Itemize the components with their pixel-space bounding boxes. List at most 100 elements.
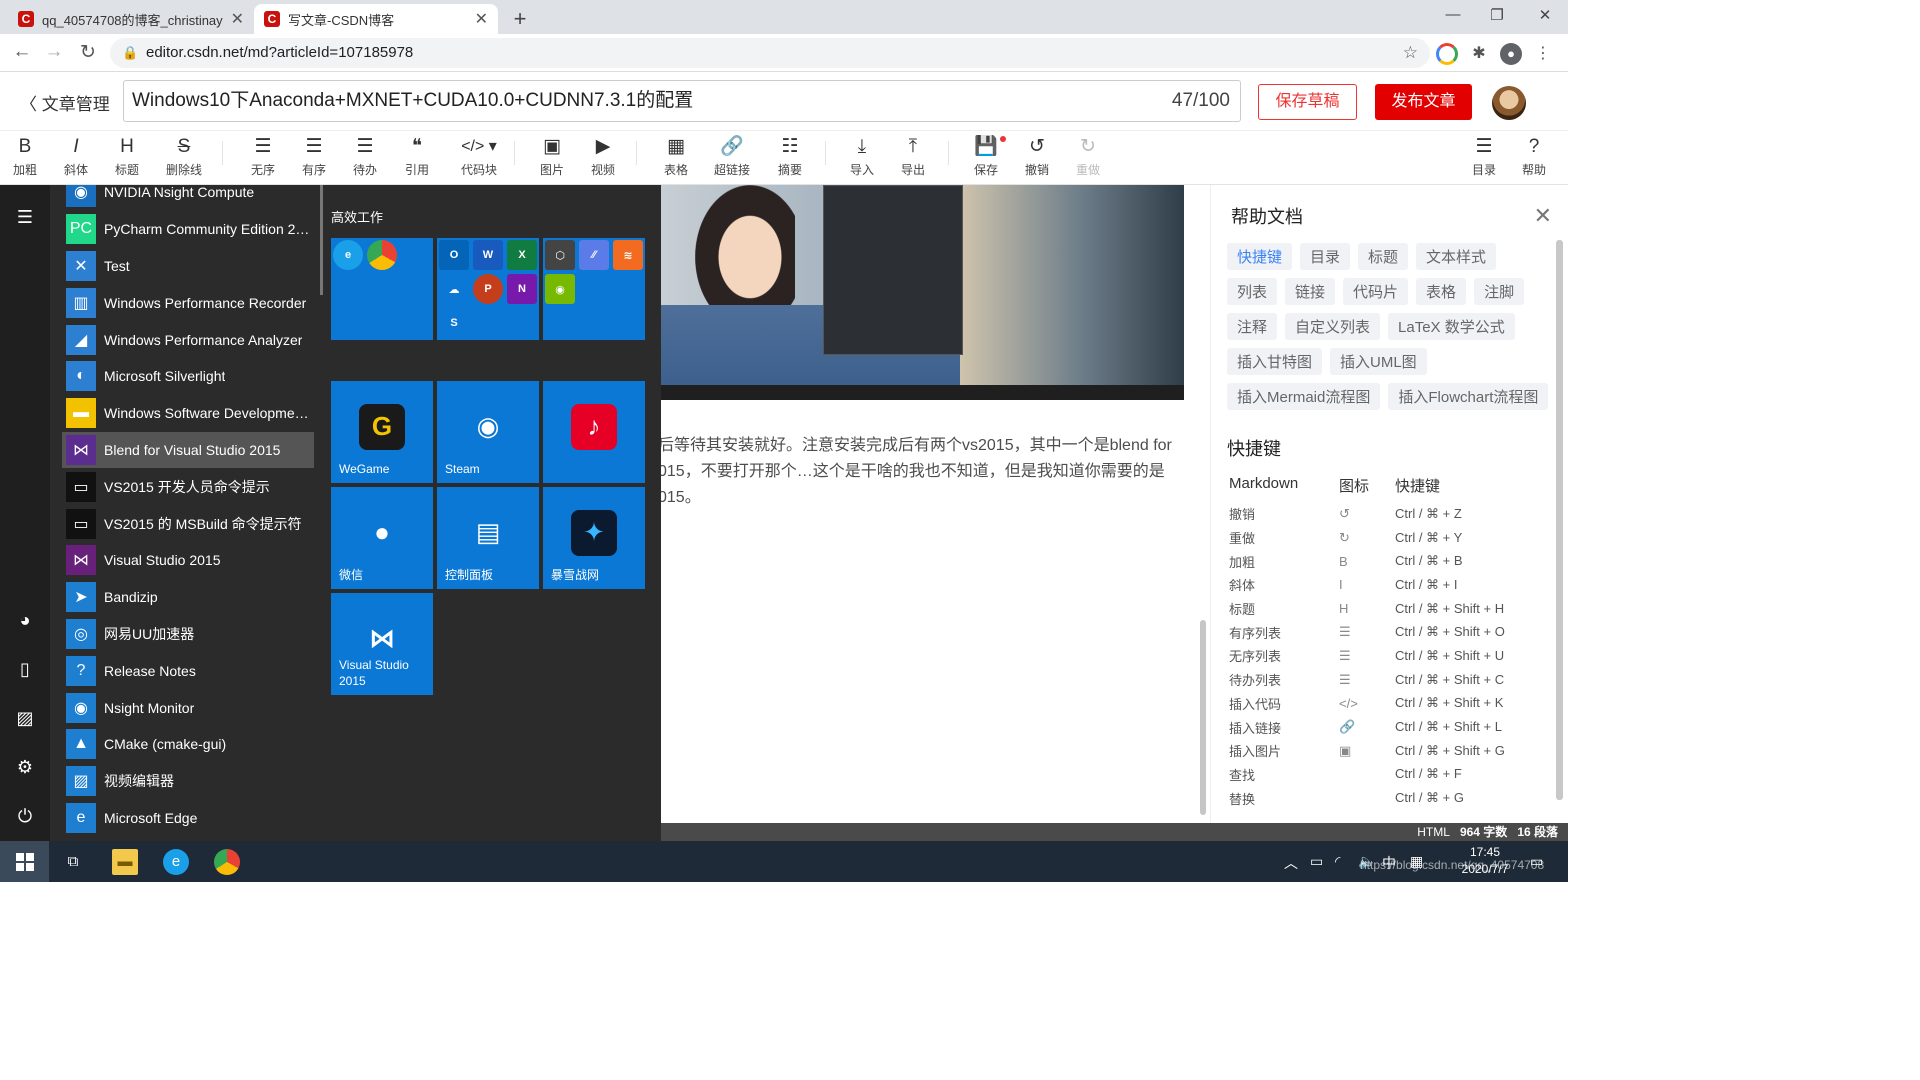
tab-editor[interactable]: C 写文章-CSDN博客 ✕ — [254, 4, 498, 34]
tab-blog[interactable]: C qq_40574708的博客_christinay ✕ — [8, 4, 254, 34]
start-app-item[interactable]: ◉ NVIDIA Nsight Compute — [62, 185, 314, 211]
redo-button[interactable]: ↻ 重做 — [1065, 135, 1111, 178]
hamburger-menu-icon[interactable]: ☰ — [13, 207, 37, 228]
help-scrollbar[interactable] — [1556, 240, 1563, 800]
profile-icon[interactable]: ● — [1500, 43, 1522, 65]
url-input[interactable]: 🔒 editor.csdn.net/md?articleId=107185978… — [110, 38, 1430, 68]
reload-icon[interactable]: ↻ — [76, 41, 100, 64]
task-view-icon[interactable]: ⧉ — [60, 849, 86, 875]
help-topic-chip[interactable]: 代码片 — [1343, 278, 1409, 305]
bookmark-star-icon[interactable]: ☆ — [1403, 38, 1418, 68]
tile-office-folder[interactable]: O W X ☁ P N S — [437, 238, 539, 340]
start-app-item[interactable]: ◐ Microsoft Silverlight — [62, 358, 314, 395]
tile-netease-music[interactable]: ♪ — [543, 381, 645, 483]
help-topic-chip[interactable]: 表格 — [1416, 278, 1467, 305]
publish-button[interactable]: 发布文章 — [1375, 84, 1472, 120]
quote-button[interactable]: ❝ 引用 — [394, 135, 440, 178]
toc-button[interactable]: ☰ 目录 — [1461, 135, 1507, 178]
tile-tools-folder[interactable]: ⬡ ⁄⁄ ≋ ◉ — [543, 238, 645, 340]
image-button[interactable]: ▣ 图片 — [529, 135, 575, 178]
back-icon[interactable]: ← — [10, 41, 34, 63]
close-tab-icon[interactable]: ✕ — [475, 9, 488, 29]
import-button[interactable]: ⤓ 导入 — [839, 135, 885, 178]
code-block-button[interactable]: </> ▾ 代码块 — [452, 135, 506, 178]
start-app-item[interactable]: ▥ Windows Performance Recorder — [62, 284, 314, 321]
close-icon[interactable]: ✕ — [1534, 203, 1552, 229]
start-app-item[interactable]: ? Release Notes — [62, 652, 314, 689]
undo-button[interactable]: ↺ 撤销 — [1014, 135, 1060, 178]
help-topic-chip[interactable]: 目录 — [1300, 243, 1351, 270]
save-draft-button[interactable]: 保存草稿 — [1258, 84, 1357, 120]
user-avatar-icon[interactable]: ◕ — [13, 610, 37, 631]
start-app-item[interactable]: ▭ VS2015 开发人员命令提示 — [62, 468, 314, 505]
start-app-item[interactable]: ⋈ Visual Studio 2015 — [62, 542, 314, 579]
italic-button[interactable]: I 斜体 — [53, 135, 99, 178]
maximize-icon[interactable]: ❐ — [1482, 6, 1512, 24]
help-topic-chip[interactable]: 插入甘特图 — [1227, 348, 1323, 375]
avatar[interactable] — [1492, 86, 1526, 120]
start-app-item[interactable]: ✕ Test — [62, 248, 314, 285]
start-app-item[interactable]: ▬ Windows Software Development... — [62, 395, 314, 432]
close-window-icon[interactable]: ✕ — [1530, 6, 1560, 24]
start-app-item[interactable]: ⋈ Blend for Visual Studio 2015 — [62, 431, 314, 469]
bold-button[interactable]: B 加粗 — [2, 135, 48, 178]
close-tab-icon[interactable]: ✕ — [231, 9, 244, 29]
help-topic-chip[interactable]: 链接 — [1285, 278, 1336, 305]
tile-control-panel[interactable]: ▤ 控制面板 — [437, 487, 539, 589]
forward-icon[interactable]: → — [42, 41, 66, 63]
help-topic-chip[interactable]: 列表 — [1227, 278, 1278, 305]
help-topic-chip[interactable]: 标题 — [1358, 243, 1409, 270]
start-app-item[interactable]: ▲ CMake (cmake-gui) — [62, 726, 314, 763]
help-topic-chip[interactable]: 插入Mermaid流程图 — [1227, 383, 1381, 410]
heading-button[interactable]: H 标题 — [104, 135, 150, 178]
editor-scrollbar[interactable] — [1200, 620, 1206, 815]
help-topic-chip[interactable]: 注释 — [1227, 313, 1278, 340]
start-app-item[interactable]: PC PyCharm Community Edition 202... — [62, 211, 314, 248]
settings-gear-icon[interactable]: ⚙ — [13, 757, 37, 778]
help-topic-chip[interactable]: 快捷键 — [1227, 243, 1293, 270]
new-tab-button[interactable]: + — [508, 6, 532, 32]
help-topic-chip[interactable]: 注脚 — [1474, 278, 1525, 305]
extension-icon[interactable] — [1436, 43, 1458, 65]
help-topic-chip[interactable]: 插入UML图 — [1330, 348, 1427, 375]
app-list-scrollbar[interactable] — [320, 185, 323, 295]
start-app-item[interactable]: ◎ 网易UU加速器 — [62, 616, 314, 653]
power-icon[interactable]: ⏻ — [13, 806, 37, 827]
tile-steam[interactable]: ◉ Steam — [437, 381, 539, 483]
documents-icon[interactable]: ▯ — [13, 659, 37, 680]
extensions-puzzle-icon[interactable]: ✱ — [1468, 43, 1490, 65]
video-button[interactable]: ▶ 视频 — [580, 135, 626, 178]
help-button[interactable]: ? 帮助 — [1511, 135, 1557, 178]
unordered-list-button[interactable]: ☰ 无序 — [240, 135, 286, 178]
tile-battlenet[interactable]: ✦ 暴雪战网 — [543, 487, 645, 589]
export-button[interactable]: ⤒ 导出 — [890, 135, 936, 178]
summary-button[interactable]: ☷ 摘要 — [767, 135, 813, 178]
tile-wechat[interactable]: ● 微信 — [331, 487, 433, 589]
article-manage-link[interactable]: 〈 文章管理 — [20, 90, 110, 115]
link-button[interactable]: 🔗 超链接 — [709, 135, 755, 178]
start-button[interactable] — [0, 841, 49, 882]
tile-wegame[interactable]: G WeGame — [331, 381, 433, 483]
menu-dots-icon[interactable]: ⋮ — [1532, 43, 1554, 65]
minimize-icon[interactable]: — — [1438, 6, 1468, 23]
table-button[interactable]: ▦ 表格 — [653, 135, 699, 178]
start-app-item[interactable]: ◢ Windows Performance Analyzer — [62, 321, 314, 358]
file-explorer-icon[interactable]: ▬ — [112, 849, 138, 875]
wifi-icon[interactable]: ◜ — [1335, 853, 1340, 870]
help-topic-chip[interactable]: LaTeX 数学公式 — [1388, 313, 1515, 340]
start-app-item[interactable]: e Microsoft Edge — [62, 800, 314, 837]
todo-list-button[interactable]: ☰ 待办 — [342, 135, 388, 178]
edge-icon[interactable]: e — [163, 849, 189, 875]
chrome-icon[interactable] — [214, 849, 240, 875]
editor-preview[interactable]: 后等待其安装就好。注意安装完成后有两个vs2015，其中一个是blend for… — [658, 185, 1208, 825]
start-app-item[interactable]: ▨ 视频编辑器 — [62, 763, 314, 800]
pictures-icon[interactable]: ▨ — [13, 708, 37, 729]
help-topic-chip[interactable]: 文本样式 — [1416, 243, 1497, 270]
help-topic-chip[interactable]: 插入Flowchart流程图 — [1388, 383, 1549, 410]
tray-chevron-icon[interactable]: ︿ — [1284, 853, 1298, 873]
tile-browsers[interactable]: e — [331, 238, 433, 340]
start-app-item[interactable]: ◉ Nsight Monitor — [62, 689, 314, 726]
start-app-item[interactable]: ➤ Bandizip — [62, 579, 314, 616]
article-title-input[interactable]: Windows10下Anaconda+MXNET+CUDA10.0+CUDNN7… — [123, 80, 1241, 122]
ordered-list-button[interactable]: ☰ 有序 — [291, 135, 337, 178]
